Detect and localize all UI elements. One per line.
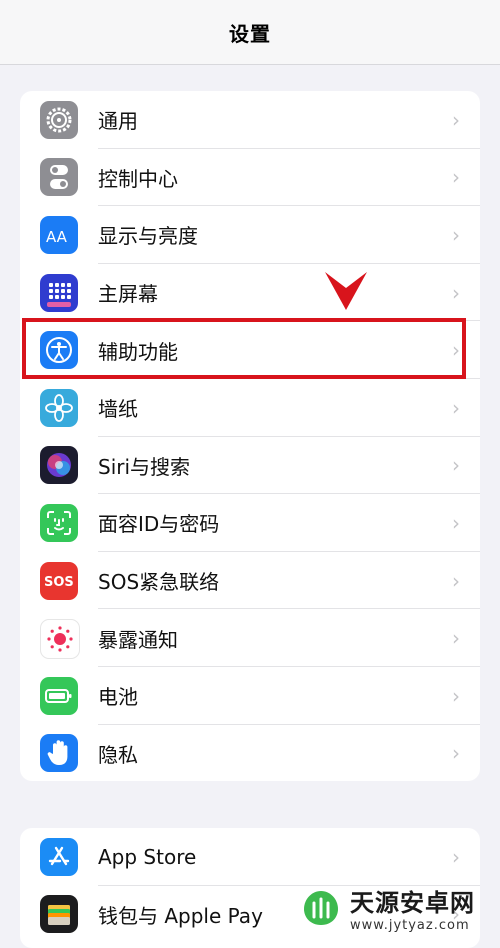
settings-row-home-screen[interactable]: 主屏幕 › (20, 264, 480, 322)
app-store-icon (40, 837, 78, 876)
chevron-right-icon: › (452, 626, 460, 651)
settings-row-app-store[interactable]: App Store › (20, 828, 480, 886)
settings-row-label: 暴露通知 (98, 627, 178, 652)
settings-row-label: 墙纸 (98, 397, 138, 422)
battery-icon (40, 676, 78, 715)
chevron-right-icon: › (452, 395, 460, 420)
settings-row-exposure[interactable]: 暴露通知 › (20, 609, 480, 667)
settings-row-label: 显示与亮度 (98, 224, 198, 249)
settings-row-wallpaper[interactable]: 墙纸 › (20, 379, 480, 437)
text-size-icon: AA (40, 215, 78, 254)
settings-row-label: 通用 (98, 109, 138, 134)
svg-text:SOS: SOS (44, 575, 74, 590)
watermark: 天源安卓网 www.jytyaz.com (300, 880, 500, 935)
wallet-icon (40, 895, 78, 934)
settings-row-face-id[interactable]: 面容ID与密码 › (20, 494, 480, 552)
chevron-right-icon: › (452, 107, 460, 132)
accessibility-icon (40, 331, 78, 370)
chevron-right-icon: › (452, 683, 460, 708)
settings-row-accessibility[interactable]: 辅助功能 › (20, 321, 480, 379)
sos-icon: SOS (40, 561, 78, 600)
settings-group-main: 通用 › 控制中心 › AA 显示与亮度 › 主屏幕 › 辅助功能 › 墙纸 ›… (20, 91, 480, 781)
chevron-right-icon: › (452, 338, 460, 363)
settings-row-display-brightness[interactable]: AA 显示与亮度 › (20, 206, 480, 264)
chevron-right-icon: › (452, 844, 460, 869)
chevron-right-icon: › (452, 568, 460, 593)
settings-row-control-center[interactable]: 控制中心 › (20, 149, 480, 207)
gear-icon (40, 100, 78, 139)
watermark-logo-icon (304, 890, 338, 925)
settings-row-emergency-sos[interactable]: SOS SOS紧急联络 › (20, 552, 480, 610)
settings-row-label: 隐私 (98, 742, 138, 767)
chevron-right-icon: › (452, 222, 460, 247)
settings-row-siri-search[interactable]: Siri与搜索 › (20, 437, 480, 495)
watermark-title: 天源安卓网 (350, 888, 475, 917)
chevron-right-icon: › (452, 280, 460, 305)
settings-row-label: 控制中心 (98, 166, 178, 191)
app-grid-icon (40, 273, 78, 312)
hand-icon (40, 734, 78, 773)
watermark-url: www.jytyaz.com (350, 917, 470, 933)
settings-row-label: 电池 (98, 685, 138, 710)
settings-row-label: 辅助功能 (98, 339, 178, 364)
exposure-icon (40, 619, 80, 660)
settings-row-label: 面容ID与密码 (98, 512, 220, 537)
settings-row-battery[interactable]: 电池 › (20, 667, 480, 725)
flower-icon (40, 388, 78, 427)
chevron-right-icon: › (452, 510, 460, 535)
toggles-icon (40, 158, 78, 197)
settings-row-general[interactable]: 通用 › (20, 91, 480, 149)
siri-icon (40, 446, 78, 485)
settings-row-privacy[interactable]: 隐私 › (20, 725, 480, 781)
settings-row-label: App Store (98, 844, 197, 869)
chevron-right-icon: › (452, 453, 460, 478)
page-title: 设置 (229, 21, 271, 46)
nav-bar: 设置 (0, 0, 500, 65)
chevron-right-icon: › (452, 741, 460, 766)
settings-row-label: SOS紧急联络 (98, 570, 220, 595)
settings-row-label: 主屏幕 (98, 282, 158, 307)
arrow-down-icon (325, 272, 367, 310)
face-id-icon (40, 503, 78, 542)
settings-row-label: Siri与搜索 (98, 454, 191, 479)
svg-text:AA: AA (46, 228, 68, 246)
settings-row-label: 钱包与 Apple Pay (98, 903, 263, 928)
chevron-right-icon: › (452, 165, 460, 190)
